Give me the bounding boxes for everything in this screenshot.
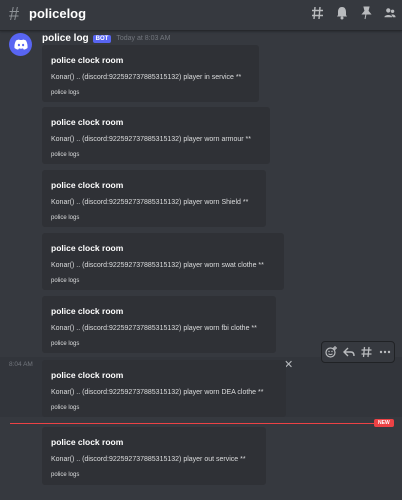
embed: police clock room Konar() .. (discord:92…: [42, 45, 259, 102]
embed-description: Konar() .. (discord:922592737885315132) …: [51, 199, 249, 206]
embed-title: police clock room: [51, 117, 124, 127]
embed-description: Konar() .. (discord:922592737885315132) …: [51, 456, 246, 463]
new-messages-divider: [10, 423, 376, 424]
author-name[interactable]: police log: [42, 33, 89, 44]
hover-timestamp: 8:04 AM: [9, 361, 33, 368]
threads-icon[interactable]: [312, 6, 324, 20]
embed-description: Konar() .. (discord:922592737885315132) …: [51, 136, 252, 143]
embed-description: Konar() .. (discord:922592737885315132) …: [51, 262, 264, 269]
thread-icon[interactable]: [361, 346, 373, 358]
embed: police clock room Konar() .. (discord:92…: [42, 360, 286, 417]
embed-description: Konar() .. (discord:922592737885315132) …: [51, 325, 257, 332]
more-icon[interactable]: [379, 346, 391, 358]
embed-footer: police logs: [51, 278, 80, 284]
embed-footer: police logs: [51, 152, 80, 158]
embed-title: police clock room: [51, 437, 124, 447]
embed-footer: police logs: [51, 90, 80, 96]
channel-name: policelog: [29, 6, 87, 21]
avatar[interactable]: [9, 33, 32, 56]
embed-footer: police logs: [51, 341, 80, 347]
embed-footer: police logs: [51, 472, 80, 478]
embed: police clock room Konar() .. (discord:92…: [42, 233, 284, 290]
bot-tag: BOT: [92, 34, 112, 43]
message-timestamp: Today at 8:03 AM: [116, 35, 171, 42]
embed-title: police clock room: [51, 243, 124, 253]
embed-description: Konar() .. (discord:922592737885315132) …: [51, 74, 242, 81]
channel-header: # policelog: [0, 0, 402, 31]
embed: police clock room Konar() .. (discord:92…: [42, 170, 266, 227]
message-actions-toolbar: [321, 341, 395, 363]
discord-logo-icon: [13, 39, 28, 50]
header-toolbar: [312, 6, 396, 20]
new-badge: NEW: [374, 419, 394, 427]
add-reaction-icon[interactable]: [325, 346, 337, 358]
bell-icon[interactable]: [336, 6, 348, 20]
message-header: police log BOT Today at 8:03 AM: [42, 33, 170, 44]
embed-footer: police logs: [51, 405, 80, 411]
embed-title: police clock room: [51, 306, 124, 316]
reply-icon[interactable]: [343, 346, 355, 358]
embed: police clock room Konar() .. (discord:92…: [42, 296, 276, 353]
embed: police clock room Konar() .. (discord:92…: [42, 107, 270, 164]
channel-hash-icon: #: [9, 4, 20, 24]
members-icon[interactable]: [384, 6, 396, 20]
embed: police clock room Konar() .. (discord:92…: [42, 427, 266, 485]
embed-title: police clock room: [51, 180, 124, 190]
embed-footer: police logs: [51, 215, 80, 221]
embed-title: police clock room: [51, 370, 124, 380]
embed-description: Konar() .. (discord:922592737885315132) …: [51, 389, 264, 396]
embed-title: police clock room: [51, 55, 124, 65]
pin-icon[interactable]: [360, 6, 372, 20]
